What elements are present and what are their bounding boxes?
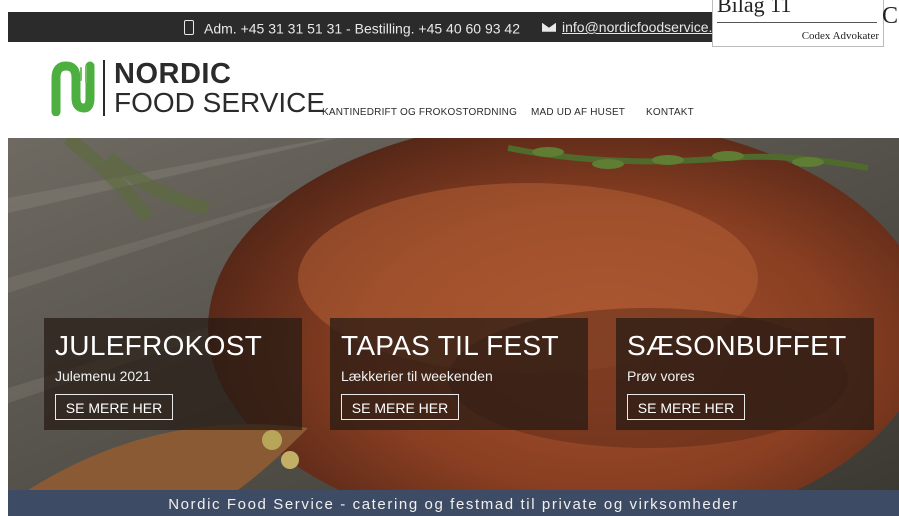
tagline-text: Nordic Food Service - catering og festma… — [168, 496, 739, 513]
promo-subtitle: Lækkerier til weekenden — [341, 368, 493, 384]
contact-info: Adm. +45 31 31 51 31 - Bestilling. +45 4… — [184, 19, 727, 36]
tagline-band: Nordic Food Service - catering og festma… — [8, 490, 899, 516]
exhibit-firm: Codex Advokater — [801, 30, 879, 42]
promo-button[interactable]: SE MERE HER — [627, 394, 745, 420]
phone-numbers: Adm. +45 31 31 51 31 - Bestilling. +45 4… — [204, 20, 521, 37]
promo-card-julefrokost: JULEFROKOST Julemenu 2021 SE MERE HER — [44, 318, 302, 430]
logo-mark-icon — [51, 61, 95, 116]
promo-button[interactable]: SE MERE HER — [55, 394, 173, 420]
promo-title: TAPAS TIL FEST — [341, 330, 559, 361]
promo-title: SÆSONBUFFET — [627, 330, 847, 361]
promo-subtitle: Julemenu 2021 — [55, 368, 151, 384]
nav-item-kantinedrift[interactable]: KANTINEDRIFT OG FROKOSTORDNING — [322, 107, 517, 118]
promo-card-tapas: TAPAS TIL FEST Lækkerier til weekenden S… — [330, 318, 588, 430]
logo-text-food-service: FOOD SERVICE — [114, 87, 326, 118]
envelope-icon — [542, 22, 557, 32]
hero-steak-image — [8, 138, 899, 490]
hero-banner: JULEFROKOST Julemenu 2021 SE MERE HER TA… — [8, 138, 899, 490]
exhibit-title: Bilag 11 — [717, 0, 792, 17]
promo-button[interactable]: SE MERE HER — [341, 394, 459, 420]
exhibit-stamp: Bilag 11 Codex Advokater — [712, 0, 884, 47]
exhibit-divider — [717, 22, 877, 23]
promo-card-saesonbuffet: SÆSONBUFFET Prøv vores SE MERE HER — [616, 318, 874, 430]
email-link[interactable]: info@nordicfoodservice.dk — [562, 19, 727, 35]
promo-subtitle: Prøv vores — [627, 368, 695, 384]
nav-item-kontakt[interactable]: KONTAKT — [646, 107, 694, 118]
promo-title: JULEFROKOST — [55, 330, 263, 361]
phone-icon — [184, 19, 194, 35]
logo-divider — [103, 60, 105, 116]
exhibit-edge-letter: C — [882, 3, 899, 29]
nav-item-mad-ud-af-huset[interactable]: MAD UD AF HUSET — [531, 107, 625, 118]
